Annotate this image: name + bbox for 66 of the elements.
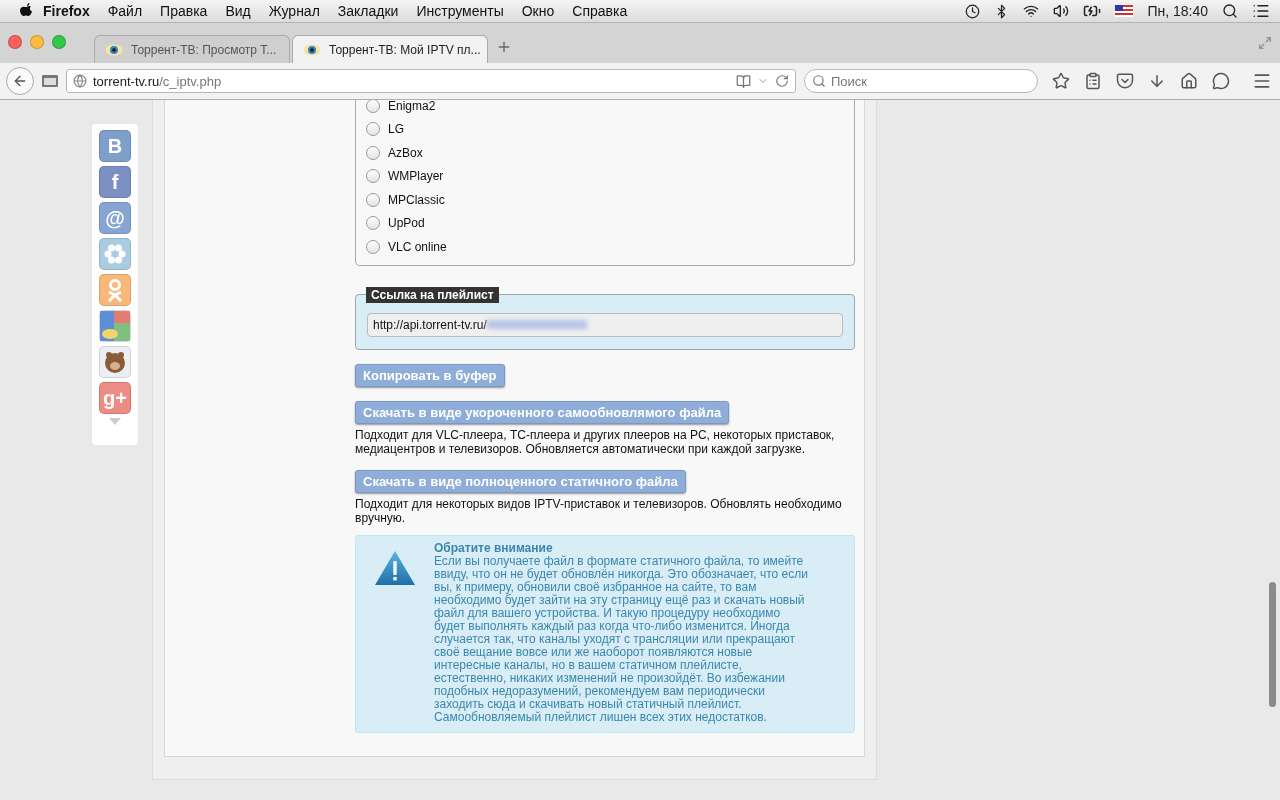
eye-icon	[105, 43, 123, 56]
pocket-icon[interactable]	[1116, 72, 1134, 90]
radio-label: MPClassic	[388, 192, 445, 207]
back-button[interactable]	[6, 67, 34, 95]
close-light[interactable]	[8, 35, 22, 49]
menu-icon[interactable]	[1252, 71, 1272, 91]
url-path: /c_iptv.php	[159, 73, 222, 89]
menu-item[interactable]: Справка	[563, 3, 637, 19]
list-icon[interactable]	[1252, 2, 1270, 20]
button-description: Подходит для некоторых видов IPTV-приставок и телевизоров. Обновлять необходимо вручную.	[355, 496, 843, 525]
chat-icon[interactable]	[1212, 72, 1230, 90]
radio-label: WMPlayer	[388, 169, 444, 184]
radio-label: AzBox	[388, 145, 423, 160]
menu-item[interactable]: Правка	[151, 3, 217, 19]
radio-label: LG	[388, 122, 404, 137]
radio-button[interactable]	[366, 122, 380, 137]
menu-item[interactable]: Окно	[512, 3, 564, 19]
browser-tab[interactable]: Торрент-ТВ: Просмотр Т...	[94, 35, 290, 63]
volume-icon[interactable]	[1053, 3, 1070, 19]
sidebar-icon[interactable]	[42, 75, 58, 87]
home-icon[interactable]	[1180, 72, 1198, 90]
button-description: Подходит для VLC-плеера, TC-плеера и других плееров на PC, некоторых приставок, медиацентров и телевизоров. Обновляется автоматически при каждой загрузке.	[355, 427, 836, 456]
radio-label: VLC online	[388, 239, 447, 254]
eye-icon	[303, 43, 321, 56]
reader-icon[interactable]	[736, 73, 751, 89]
radio-button[interactable]	[366, 169, 380, 184]
radio-button[interactable]	[366, 100, 380, 113]
reload-icon[interactable]	[775, 74, 789, 88]
radio-button[interactable]	[366, 192, 380, 207]
scrollbar-thumb[interactable]	[1269, 582, 1276, 707]
menu-item[interactable]: Вид	[216, 3, 260, 19]
menu-item[interactable]: Закладки	[328, 3, 408, 19]
url-host: torrent-tv.ru	[93, 73, 160, 89]
app-menu[interactable]: Firefox	[34, 3, 99, 19]
playlist-url-field[interactable]: http://api.torrent-tv.ru/	[367, 312, 843, 337]
map-icon[interactable]	[99, 310, 131, 342]
apple-icon	[20, 3, 34, 19]
zoom-light[interactable]	[52, 35, 66, 49]
radio-button[interactable]	[366, 216, 380, 231]
flag-icon[interactable]	[1115, 5, 1134, 17]
radio-label: Enigma2	[388, 100, 436, 113]
bookmarks-icon[interactable]	[1084, 72, 1102, 90]
menu-item[interactable]: Файл	[98, 3, 152, 19]
person-icon[interactable]	[99, 274, 131, 306]
search-icon[interactable]	[1222, 3, 1238, 19]
notice-title: Обратите внимание	[434, 541, 554, 555]
new-tab-icon[interactable]	[496, 39, 512, 55]
notice-text: Если вы получаете файл в формате статичного файла, то имейте ввиду, что он не будет обновлён никогда. Это обозначает, что если вы, к примеру, обновили своё избранное на сайте, то вам необходимо будет зайти на эту страницу ещё раз и скачать новый файл для вашего устройства. И такую процедуру необходимо будет выполнять каждый раз когда что-либо изменится. Иногда случается так, что каналы уходят с трансляции или прекращают своё вещание вовсе или же наоборот появляются новые интересные каналы, но в вашем статичном плейлисте, естественно, никаких изменений не произойдёт. Во избежании подобных недоразумений, рекомендуем вам периодически заходить сюда и скачивать новый статичный плейлист. Самообновляемый плейлист лишен всех этих недостатков.	[434, 554, 809, 724]
menu-item[interactable]: Журнал	[259, 3, 329, 19]
globe-icon	[73, 74, 87, 88]
fieldset-legend: Ссылка на плейлист	[366, 286, 499, 303]
radio-label: UpPod	[388, 216, 425, 231]
radio-button[interactable]	[366, 145, 380, 160]
flower-icon[interactable]	[99, 238, 131, 270]
fullscreen-icon[interactable]	[1258, 36, 1272, 50]
download-icon[interactable]	[1148, 72, 1166, 90]
clock-icon[interactable]	[965, 3, 981, 19]
warning-icon	[374, 549, 416, 586]
menu-item[interactable]: Инструменты	[407, 3, 513, 19]
menu-clock: Пн, 18:40	[1147, 3, 1208, 19]
address-field[interactable]: torrent-tv.ru/c_iptv.php	[66, 69, 796, 93]
browser-tab[interactable]: Торрент-ТВ: Мой IPTV пл...	[292, 35, 488, 63]
bookmark-star-icon[interactable]	[1052, 72, 1070, 90]
wifi-icon[interactable]	[1023, 3, 1040, 19]
search-field[interactable]: Поиск	[804, 69, 1038, 93]
radio-button[interactable]	[366, 239, 380, 254]
